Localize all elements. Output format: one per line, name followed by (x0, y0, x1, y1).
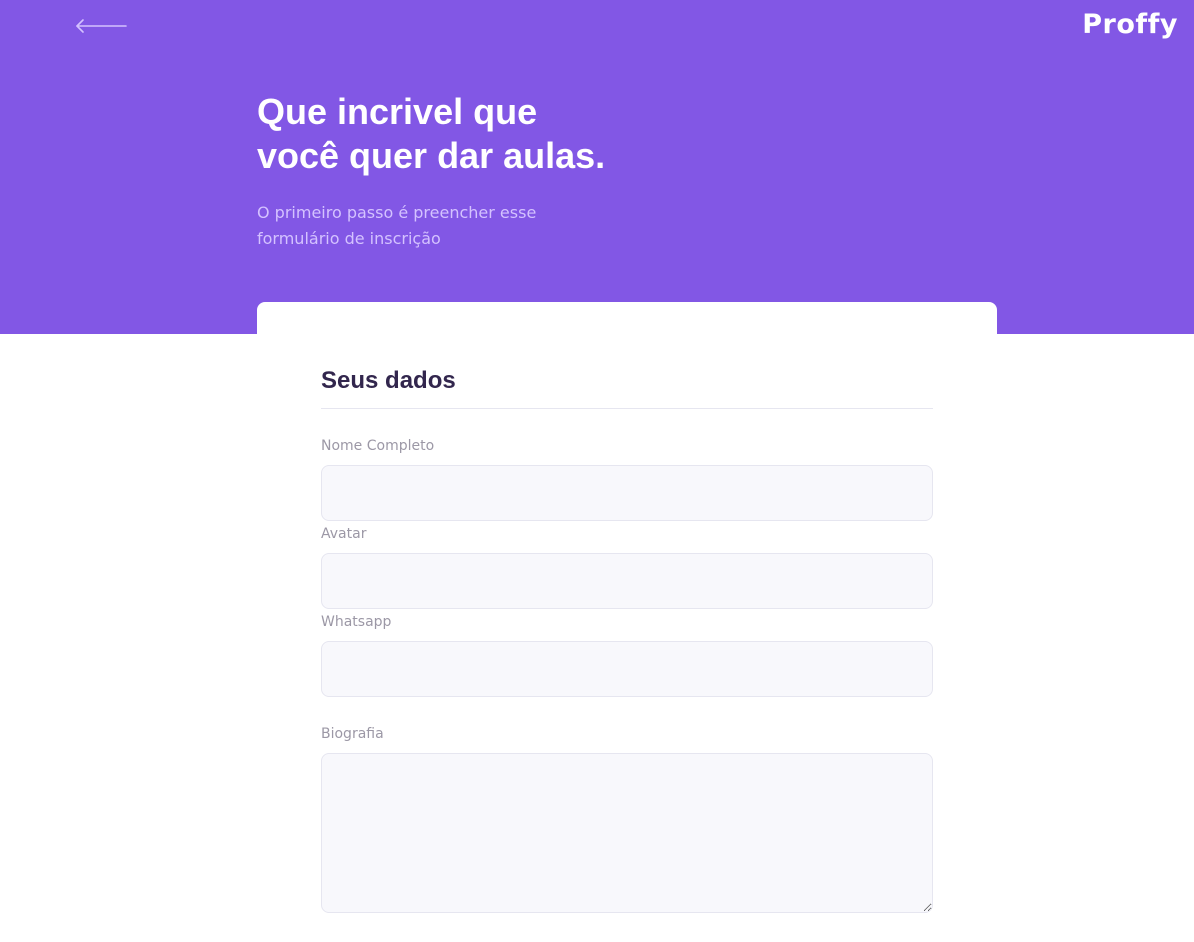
page-title-line: você quer dar aulas. (257, 135, 606, 176)
teacher-form-card: Seus dados Nome Completo Avatar Whatsapp… (257, 302, 997, 942)
fieldset-divider (321, 408, 933, 409)
page-subtitle-line: formulário de inscrição (257, 229, 441, 248)
name-input[interactable] (321, 465, 933, 521)
page-title-line: Que incrivel que (257, 91, 538, 132)
whatsapp-label: Whatsapp (321, 614, 392, 630)
page-subtitle-line: O primeiro passo é preencher esse (257, 203, 537, 222)
page-header: Proffy Que incrivel que você quer dar au… (0, 0, 1194, 334)
bio-label: Biografia (321, 726, 384, 742)
fieldset-title: Seus dados (321, 367, 456, 394)
proffy-logo: Proffy (1082, 9, 1178, 40)
arrow-left-icon (76, 19, 127, 33)
bio-textarea[interactable] (321, 753, 933, 913)
avatar-input[interactable] (321, 553, 933, 609)
avatar-label: Avatar (321, 526, 367, 542)
whatsapp-input[interactable] (321, 641, 933, 697)
name-label: Nome Completo (321, 438, 435, 454)
back-button[interactable] (74, 14, 130, 38)
page-subtitle: O primeiro passo é preencher esse formul… (257, 200, 577, 252)
page-title: Que incrivel que você quer dar aulas. (257, 90, 677, 178)
